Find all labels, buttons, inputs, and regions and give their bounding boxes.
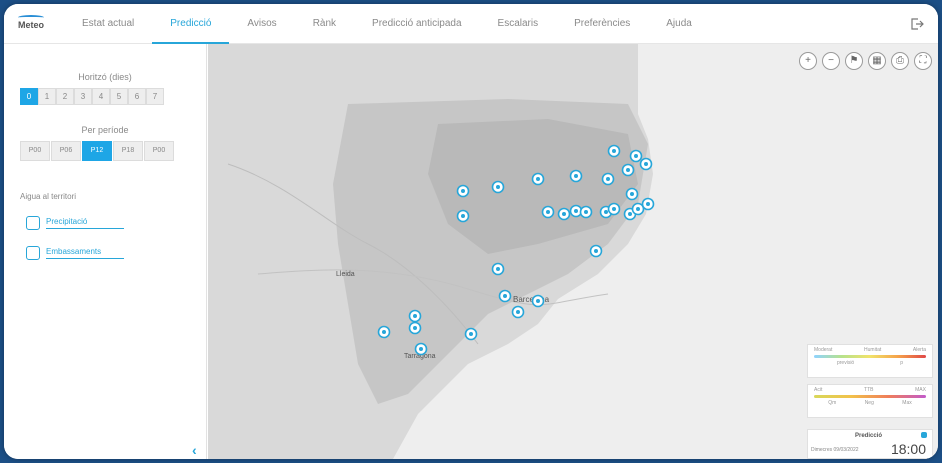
marker-dot	[461, 214, 465, 218]
tab-escalaris[interactable]: Escalaris	[480, 4, 557, 44]
day-button[interactable]: 7	[146, 88, 164, 105]
prediction-time-box[interactable]: Predicció Dimecres 09/03/2022 18:00	[807, 429, 933, 459]
precipitation-link-label[interactable]: Precipitació	[46, 217, 124, 229]
period-title: Per període	[81, 125, 129, 135]
prediction-title: Predicció	[854, 433, 882, 439]
tab-prediccio[interactable]: Predicció	[152, 4, 230, 44]
person-icon	[26, 216, 40, 230]
fullscreen-icon[interactable]: ⛶	[914, 52, 932, 70]
marker-dot	[604, 210, 608, 214]
day-selector: 0 1 2 3 4 5 6 7	[20, 88, 206, 105]
day-button[interactable]: 0	[20, 88, 38, 105]
marker-dot	[636, 207, 640, 211]
day-button[interactable]: 5	[110, 88, 128, 105]
marker-dot	[496, 267, 500, 271]
tab-preferencies[interactable]: Preferències	[556, 4, 648, 44]
legend-label: Humitat	[864, 347, 882, 353]
tab-prediccio-anticipada[interactable]: Predicció anticipada	[354, 4, 480, 44]
marker-dot	[606, 177, 610, 181]
marker-dot	[536, 299, 540, 303]
period-selector: P00 P06 P12 P18 P00	[20, 141, 206, 161]
legend-value: previsió	[836, 360, 855, 366]
place-label: Lleida	[336, 271, 355, 278]
marker-dot	[594, 249, 598, 253]
days-title: Horitzó (dies)	[78, 72, 132, 82]
marker-dot	[612, 207, 616, 211]
legend-label: TTB	[864, 387, 874, 393]
marker-dot	[626, 168, 630, 172]
legend-gradient-bar	[814, 395, 926, 398]
period-button[interactable]: P18	[113, 141, 143, 161]
tab-ajuda[interactable]: Ajuda	[648, 4, 710, 44]
legend-value: Neg	[864, 400, 874, 406]
zoom-in-icon[interactable]: +	[799, 52, 817, 70]
day-button[interactable]: 2	[56, 88, 74, 105]
print-icon[interactable]: ⎙	[891, 52, 909, 70]
marker-dot	[413, 314, 417, 318]
marker-dot	[628, 212, 632, 216]
marker-dot	[419, 347, 423, 351]
marker-dot	[574, 174, 578, 178]
marker-dot	[644, 162, 648, 166]
reservoirs-link[interactable]: Embassaments	[26, 246, 124, 260]
legend-label: MAX	[915, 387, 926, 393]
settings-icon[interactable]	[921, 432, 927, 438]
tab-avisos[interactable]: Avisos	[229, 4, 294, 44]
marker-dot	[516, 310, 520, 314]
legend-precipitation: Moderat Humitat Alerta previsió p	[807, 344, 933, 378]
legend-label: Acit	[814, 387, 823, 393]
chart-icon	[26, 246, 40, 260]
main-nav: Estat actual Predicció Avisos Rànk Predi…	[64, 4, 710, 44]
marker-dot	[574, 209, 578, 213]
marker-dot	[461, 189, 465, 193]
legend-value: Max	[902, 400, 912, 406]
marker-dot	[646, 202, 650, 206]
marker-dot	[503, 294, 507, 298]
prediction-time: 18:00	[890, 441, 926, 457]
day-button[interactable]: 3	[74, 88, 92, 105]
layers-icon[interactable]: ▦	[868, 52, 886, 70]
marker-dot	[634, 154, 638, 158]
precipitation-link[interactable]: Precipitació	[26, 216, 124, 230]
marker-dot	[382, 330, 386, 334]
period-button[interactable]: P06	[51, 141, 81, 161]
marker-dot	[546, 210, 550, 214]
marker-dot	[469, 332, 473, 336]
period-button[interactable]: P00	[20, 141, 50, 161]
map-toolbar: + − ⚑ ▦ ⎙ ⛶	[794, 52, 932, 70]
app-window: Meteo Estat actual Predicció Avisos Rànk…	[4, 4, 938, 459]
prediction-date: Dimecres 09/03/2022	[811, 447, 859, 453]
sidebar: Horitzó (dies) 0 1 2 3 4 5 6 7 Per perío…	[4, 44, 207, 459]
legend-gradient-bar	[814, 355, 926, 358]
day-button[interactable]: 6	[128, 88, 146, 105]
reservoirs-link-label[interactable]: Embassaments	[46, 247, 124, 259]
app-logo[interactable]: Meteo	[18, 20, 44, 30]
collapse-sidebar-icon[interactable]: ‹	[192, 442, 197, 458]
legend-value: p	[900, 360, 903, 366]
legend-value: Qm	[828, 400, 837, 406]
marker-dot	[612, 149, 616, 153]
period-button[interactable]: P00	[144, 141, 174, 161]
tab-rank[interactable]: Rànk	[295, 4, 354, 44]
marker-dot	[630, 192, 634, 196]
marker-dot	[536, 177, 540, 181]
flag-icon[interactable]: ⚑	[845, 52, 863, 70]
day-button[interactable]: 4	[92, 88, 110, 105]
top-navigation-bar: Meteo Estat actual Predicció Avisos Rànk…	[4, 4, 938, 44]
legend-temperature: Acit TTB MAX Qm Neg Max	[807, 384, 933, 418]
tab-estat-actual[interactable]: Estat actual	[64, 4, 152, 44]
marker-dot	[584, 210, 588, 214]
marker-dot	[562, 212, 566, 216]
legend-label: Moderat	[814, 347, 833, 353]
zoom-out-icon[interactable]: −	[822, 52, 840, 70]
territory-title: Aigua al territori	[20, 192, 77, 201]
logout-icon[interactable]	[910, 17, 924, 31]
marker-dot	[413, 326, 417, 330]
legend-label: Alerta	[912, 347, 926, 353]
marker-dot	[496, 185, 500, 189]
day-button[interactable]: 1	[38, 88, 56, 105]
period-button-active[interactable]: P12	[82, 141, 112, 161]
